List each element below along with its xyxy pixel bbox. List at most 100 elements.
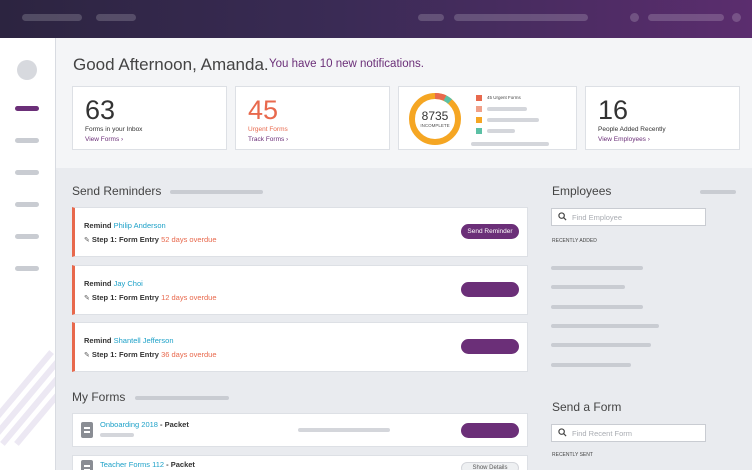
wrench-icon: ✎ <box>84 295 90 302</box>
employee-placeholder[interactable] <box>551 324 659 328</box>
nav-placeholder[interactable] <box>22 14 82 21</box>
recently-added-label: RECENTLY ADDED <box>552 238 597 244</box>
incomplete-label: INCOMPLETE <box>420 123 450 128</box>
stat-value: 45 <box>248 95 279 125</box>
employee-placeholder[interactable] <box>551 363 631 367</box>
employee-search-input[interactable] <box>572 211 702 223</box>
avatar[interactable] <box>17 60 37 80</box>
remind-label: Remind <box>84 336 112 345</box>
wrench-icon: ✎ <box>84 352 90 359</box>
legend-placeholder <box>487 129 515 133</box>
legend-placeholder <box>487 107 527 111</box>
my-forms-title: My Forms <box>72 390 126 404</box>
top-navigation-bar <box>0 0 752 38</box>
sidebar-item[interactable] <box>15 138 39 143</box>
nav-placeholder[interactable] <box>418 14 444 21</box>
person-link[interactable]: Philip Anderson <box>114 221 166 230</box>
legend-swatch <box>476 95 482 101</box>
sidebar-item[interactable] <box>15 266 39 271</box>
reminder-step: ✎ Step 1: Form Entry 52 days overdue <box>84 235 217 244</box>
view-forms-link[interactable]: View Forms › <box>85 136 123 143</box>
nav-placeholder[interactable] <box>454 14 588 21</box>
search-icon <box>558 212 567 221</box>
form-row[interactable]: Onboarding 2018 - Packet <box>72 413 528 447</box>
greeting-text: Good Afternoon, Amanda. <box>73 55 269 74</box>
employee-search[interactable] <box>551 208 706 226</box>
document-icon <box>81 460 93 470</box>
form-action-button[interactable] <box>461 423 519 438</box>
legend-text: 45 Urgent Forms <box>487 95 521 100</box>
track-forms-link[interactable]: Track Forms › <box>248 136 288 143</box>
send-reminder-button[interactable]: Send Reminder <box>461 224 519 239</box>
reminder-title: Remind Shantell Jefferson <box>84 336 174 345</box>
person-link[interactable]: Shantell Jefferson <box>114 336 174 345</box>
stat-card-urgent: 45 Urgent Forms Track Forms › <box>235 86 390 150</box>
step-label: Step 1: Form Entry <box>91 350 159 359</box>
donut-segment <box>434 93 447 101</box>
employee-placeholder[interactable] <box>551 305 643 309</box>
employee-placeholder[interactable] <box>551 343 651 347</box>
form-row[interactable]: Teacher Forms 112 - Packet Show Details <box>72 455 528 470</box>
send-reminder-button[interactable] <box>461 282 519 297</box>
stat-label: People Added Recently <box>598 126 666 133</box>
form-progress-placeholder <box>298 428 390 432</box>
send-form-title: Send a Form <box>552 400 622 414</box>
overdue-text: 52 days overdue <box>161 235 217 244</box>
form-type: - Packet <box>157 420 189 429</box>
stat-card-employees: 16 People Added Recently View Employees … <box>585 86 740 150</box>
reminder-card: Remind Philip Anderson ✎ Step 1: Form Ent… <box>72 207 528 257</box>
form-title: Onboarding 2018 - Packet <box>100 420 189 429</box>
overdue-text: 12 days overdue <box>161 293 217 302</box>
recently-sent-label: RECENTLY SENT <box>552 452 593 458</box>
legend-placeholder <box>471 142 549 146</box>
stat-value: 16 <box>598 95 629 125</box>
form-link[interactable]: Onboarding 2018 <box>100 420 158 429</box>
sidebar-item-active[interactable] <box>15 106 39 111</box>
remind-label: Remind <box>84 279 112 288</box>
section-placeholder <box>700 190 736 194</box>
stat-card-incomplete: 8735 INCOMPLETE 45 Urgent Forms <box>398 86 577 150</box>
legend-swatch <box>476 128 482 134</box>
send-reminder-button[interactable] <box>461 339 519 354</box>
dashboard-header: Good Afternoon, Amanda. You have 10 new … <box>56 38 752 168</box>
overdue-text: 36 days overdue <box>161 350 217 359</box>
employee-placeholder[interactable] <box>551 285 625 289</box>
nav-icon-placeholder[interactable] <box>630 13 639 22</box>
form-link[interactable]: Teacher Forms 112 <box>100 460 164 469</box>
reminder-step: ✎ Step 1: Form Entry 12 days overdue <box>84 293 217 302</box>
reminder-card: Remind Shantell Jefferson ✎ Step 1: Form … <box>72 322 528 372</box>
wrench-icon: ✎ <box>84 237 90 244</box>
form-search[interactable] <box>551 424 706 442</box>
reminder-card: Remind Jay Choi ✎ Step 1: Form Entry 12 d… <box>72 265 528 315</box>
view-employees-link[interactable]: View Employees › <box>598 136 650 143</box>
section-placeholder <box>170 190 263 194</box>
legend-placeholder <box>487 118 539 122</box>
step-label: Step 1: Form Entry <box>91 293 159 302</box>
step-label: Step 1: Form Entry <box>91 235 159 244</box>
stat-value: 63 <box>85 95 116 125</box>
document-icon <box>81 422 93 438</box>
sidebar-item[interactable] <box>15 202 39 207</box>
form-type: - Packet <box>164 460 195 469</box>
sidebar-item[interactable] <box>15 234 39 239</box>
form-title: Teacher Forms 112 - Packet <box>100 460 195 469</box>
show-details-button[interactable]: Show Details <box>461 462 519 470</box>
legend-swatch <box>476 117 482 123</box>
nav-icon-placeholder[interactable] <box>732 13 741 22</box>
reminder-step: ✎ Step 1: Form Entry 36 days overdue <box>84 350 217 359</box>
employees-title: Employees <box>552 184 612 198</box>
sidebar-item[interactable] <box>15 170 39 175</box>
search-icon <box>558 428 567 437</box>
reminder-title: Remind Jay Choi <box>84 279 143 288</box>
section-placeholder <box>135 396 229 400</box>
employee-placeholder[interactable] <box>551 266 643 270</box>
nav-placeholder[interactable] <box>96 14 136 21</box>
form-meta-placeholder <box>100 433 134 437</box>
notifications-link[interactable]: You have 10 new notifications. <box>269 58 424 70</box>
sidebar <box>0 38 56 470</box>
stat-card-inbox: 63 Forms in your Inbox View Forms › <box>72 86 227 150</box>
nav-placeholder[interactable] <box>648 14 724 21</box>
person-link[interactable]: Jay Choi <box>114 279 143 288</box>
form-search-input[interactable] <box>572 427 702 439</box>
legend-swatch <box>476 106 482 112</box>
